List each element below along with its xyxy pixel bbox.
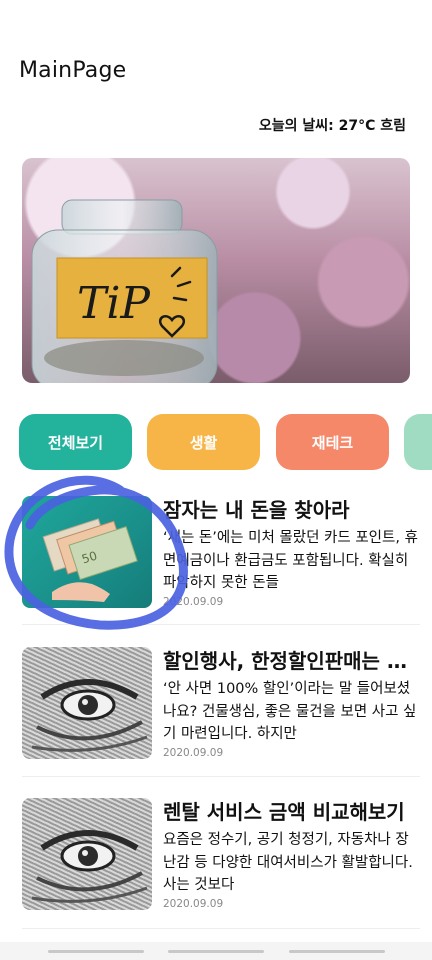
article-title: 잠자는 내 돈을 찾아라 (163, 498, 350, 522)
article-title: 할인행사, 한정할인판매는 정말 이득일까 (163, 649, 422, 673)
nav-recents-button[interactable] (48, 950, 144, 953)
money-icon: 50 (42, 518, 138, 602)
banknote-thumbnail (22, 798, 152, 910)
category-bar: 전체보기 생활 재테크 (19, 414, 432, 470)
article-item[interactable]: 할인행사, 한정할인판매는 정말 이득일까 ‘안 사면 100% 할인’이라는 … (22, 647, 422, 759)
hero-banner[interactable]: TiP (22, 158, 410, 383)
article-date: 2020.09.09 (163, 747, 224, 759)
tip-jar-illustration: TiP (31, 199, 218, 383)
article-date: 2020.09.09 (163, 596, 224, 608)
article-title: 렌탈 서비스 금액 비교해보기 (163, 800, 405, 824)
divider (22, 928, 420, 929)
banknote-eye-icon (31, 830, 148, 903)
banknote-thumbnail (22, 647, 152, 759)
money-thumbnail: 50 (22, 496, 152, 608)
divider (22, 776, 420, 777)
nav-back-button[interactable] (289, 950, 385, 953)
article-date: 2020.09.09 (163, 898, 224, 910)
article-summary: 요즘은 정수기, 공기 청정기, 자동차나 장난감 등 다양한 대여서비스가 활… (163, 832, 413, 893)
category-finance-button[interactable]: 재테크 (276, 414, 389, 470)
nav-home-button[interactable] (168, 950, 264, 953)
article-item[interactable]: 렌탈 서비스 금액 비교해보기 요즘은 정수기, 공기 청정기, 자동차나 장난… (22, 798, 422, 910)
weather-info: 오늘의 날씨: 27°C 흐림 (258, 118, 406, 134)
tip-label: TiP (77, 278, 151, 329)
article-item[interactable]: 50 잠자는 내 돈을 찾아라 ‘새는 돈’에는 미처 몰랐던 카드 포인트, … (22, 496, 422, 608)
banknote-eye-icon (31, 679, 148, 752)
app-title: MainPage (19, 58, 127, 83)
divider (22, 624, 420, 625)
category-more-button[interactable] (404, 414, 432, 470)
category-all-button[interactable]: 전체보기 (19, 414, 132, 470)
system-navigation-bar (0, 942, 432, 960)
category-life-button[interactable]: 생활 (147, 414, 260, 470)
article-summary: ‘안 사면 100% 할인’이라는 말 들어보셨나요? 건물생심, 좋은 물건을… (163, 681, 417, 742)
article-summary: ‘새는 돈’에는 미처 몰랐던 카드 포인트, 휴면예금이나 환급금도 포함됩니… (163, 530, 418, 591)
